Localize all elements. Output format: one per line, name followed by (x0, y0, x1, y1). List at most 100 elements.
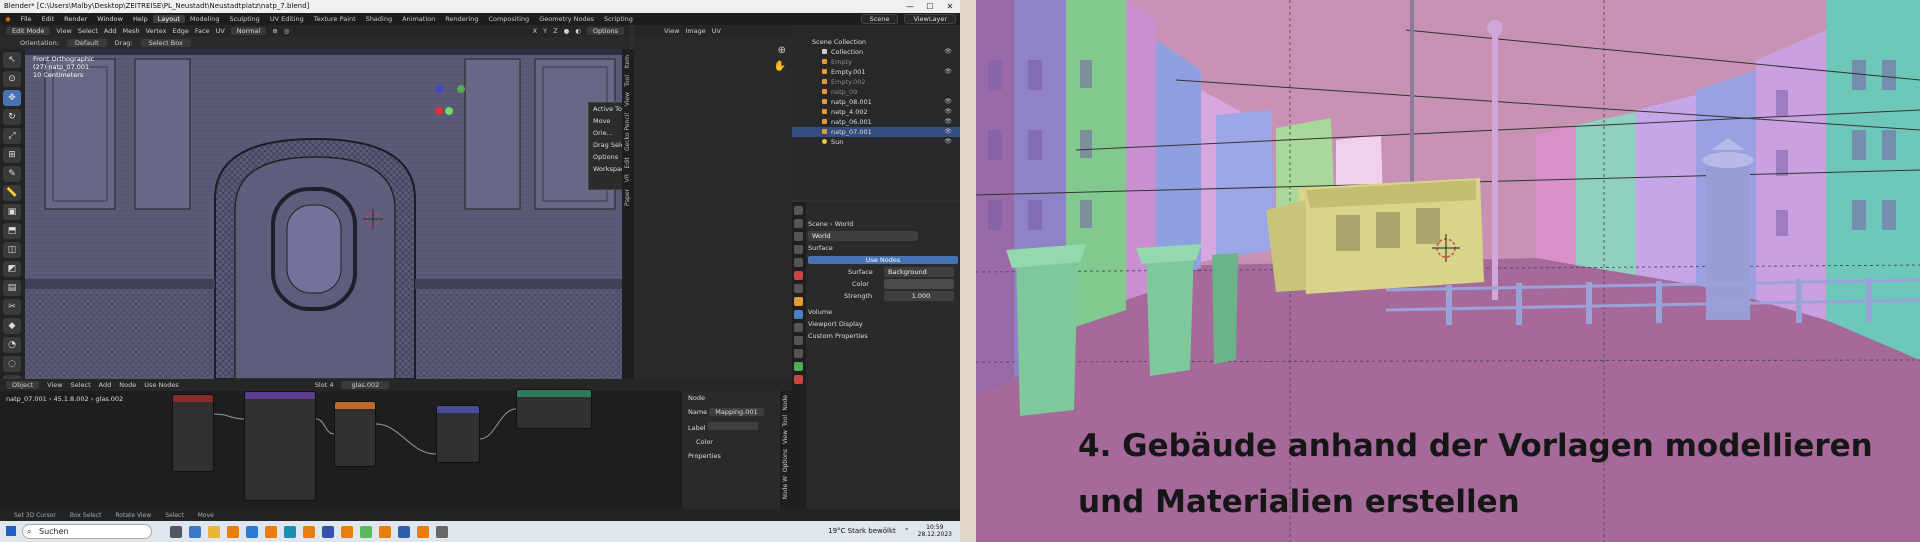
blender-taskbar-icon[interactable] (379, 525, 391, 538)
menu-add[interactable]: Add (104, 27, 117, 35)
visibility-eye-icon[interactable]: 👁 (944, 47, 952, 57)
app-icon[interactable] (436, 525, 448, 538)
drag-dropdown[interactable]: Select Box (140, 39, 191, 47)
transform-tool-icon[interactable]: ⊞ (3, 147, 21, 163)
menu-file[interactable]: File (16, 15, 37, 23)
side-tab-view[interactable]: View (624, 92, 631, 106)
snap-icon[interactable]: ⊕ (272, 27, 277, 35)
volume-section[interactable]: Volume (808, 306, 958, 318)
visibility-eye-icon[interactable]: 👁 (944, 97, 952, 107)
app-icon[interactable] (322, 525, 334, 538)
bevel-tool-icon[interactable]: ◩ (3, 261, 21, 277)
blender-logo-icon[interactable]: ◉ (0, 15, 16, 23)
node-color-section[interactable]: Color (682, 435, 780, 449)
ie-menu-image[interactable]: Image (685, 27, 705, 35)
outliner-row-selected[interactable]: natp_07.001 👁 (792, 127, 960, 137)
color-field[interactable] (884, 279, 954, 289)
blender-taskbar-icon[interactable] (303, 525, 315, 538)
knife-tool-icon[interactable]: ✂ (3, 299, 21, 315)
menu-help[interactable]: Help (128, 15, 153, 23)
axis-y-toggle[interactable]: Y (543, 27, 547, 35)
scene-tab-icon[interactable] (794, 258, 803, 267)
options-dropdown[interactable]: Options (586, 27, 624, 35)
node-principled-bsdf[interactable] (516, 389, 592, 429)
outliner-row[interactable]: Collection 👁 (792, 47, 960, 57)
app-icon[interactable] (398, 525, 410, 538)
workspace-tab-uv-editing[interactable]: UV Editing (265, 15, 309, 23)
workspace-tab-rendering[interactable]: Rendering (440, 15, 483, 23)
use-nodes-button[interactable]: Use Nodes (808, 256, 958, 264)
workspace-tab-shading[interactable]: Shading (361, 15, 397, 23)
world-name-field[interactable]: World (808, 231, 918, 241)
visibility-eye-icon[interactable]: 👁 (944, 107, 952, 117)
ie-menu-view[interactable]: View (664, 27, 679, 35)
workspace-tab-compositing[interactable]: Compositing (483, 15, 534, 23)
shading-solid-icon[interactable]: ● (564, 27, 570, 35)
node-bump[interactable] (436, 405, 480, 463)
mode-dropdown[interactable]: Edit Mode (6, 27, 51, 35)
menu-view[interactable]: View (56, 27, 71, 35)
world-tab-icon[interactable] (794, 271, 803, 280)
particles-tab-icon[interactable] (794, 323, 803, 332)
menu-face[interactable]: Face (195, 27, 210, 35)
node-noise-texture[interactable] (334, 401, 376, 467)
blender-taskbar-icon[interactable] (265, 525, 277, 538)
file-explorer-icon[interactable] (208, 525, 220, 538)
node-label-field[interactable] (707, 422, 758, 430)
taskbar-clock[interactable]: 10:59 28.12.2023 (918, 524, 952, 538)
workspace-tab-geometry-nodes[interactable]: Geometry Nodes (534, 15, 599, 23)
tray-chevron-icon[interactable]: ⌃ (904, 527, 910, 535)
workspace-tab-sculpting[interactable]: Sculpting (224, 15, 264, 23)
ne-tab-options[interactable]: Options (782, 449, 789, 472)
side-tab-vr[interactable]: VR (624, 174, 631, 182)
side-tab-item[interactable]: Item (624, 55, 631, 69)
ne-tab-node[interactable]: Node (782, 395, 789, 411)
axis-x-toggle[interactable]: X (533, 27, 537, 35)
viewport-display-section[interactable]: Viewport Display (808, 318, 958, 330)
rotate-tool-icon[interactable]: ↻ (3, 109, 21, 125)
axis-z-toggle[interactable]: Z (553, 27, 557, 35)
scene-selector[interactable]: Scene (860, 14, 899, 24)
move-tool-icon[interactable]: ✥ (3, 90, 21, 106)
task-view-icon[interactable] (170, 525, 182, 538)
outliner-row[interactable]: Empty.001 👁 (792, 67, 960, 77)
outliner-row[interactable]: Empty.002 (792, 77, 960, 87)
blender-taskbar-icon[interactable] (227, 525, 239, 538)
edge-browser-icon[interactable] (284, 525, 296, 538)
shading-material-icon[interactable]: ◐ (575, 27, 581, 35)
loop-cut-tool-icon[interactable]: ▤ (3, 280, 21, 296)
store-icon[interactable] (246, 525, 258, 538)
workspace-tab-layout[interactable]: Layout (152, 15, 185, 23)
menu-edit[interactable]: Edit (37, 15, 60, 23)
outliner-row[interactable]: natp_06.001 👁 (792, 117, 960, 127)
node-name-field[interactable]: Mapping.001 (709, 408, 764, 416)
view-layer-selector[interactable]: ViewLayer (904, 14, 956, 24)
node-panel-header[interactable]: Node (682, 391, 780, 405)
windows-start-icon[interactable] (6, 526, 16, 536)
world-datablock[interactable]: World (808, 230, 958, 242)
side-tab-tool[interactable]: Tool (624, 75, 631, 87)
surface-section-header[interactable]: Surface (808, 242, 958, 254)
ie-menu-uv[interactable]: UV (712, 27, 721, 35)
outliner-row[interactable]: Empty (792, 57, 960, 67)
output-tab-icon[interactable] (794, 232, 803, 241)
orientation-dropdown[interactable]: Default (66, 39, 107, 47)
menu-render[interactable]: Render (59, 15, 92, 23)
image-editor[interactable]: View Image UV ⊕ ✋ (634, 25, 792, 379)
app-icon[interactable] (360, 525, 372, 538)
menu-uv[interactable]: UV (216, 27, 225, 35)
strength-field[interactable]: 1.000 (884, 291, 954, 301)
side-tab-gecko[interactable]: Gecko Pencil (624, 113, 631, 151)
scale-tool-icon[interactable]: ⤢ (3, 128, 21, 144)
maximize-button[interactable]: ☐ (920, 0, 940, 13)
shader-node-editor[interactable]: Object View Select Add Node Use Nodes Sl… (0, 379, 792, 509)
menu-mesh[interactable]: Mesh (122, 27, 139, 35)
visibility-eye-icon[interactable]: 👁 (944, 137, 952, 147)
material-tab-icon[interactable] (794, 375, 803, 384)
view-layer-tab-icon[interactable] (794, 245, 803, 254)
minimize-button[interactable]: — (900, 0, 920, 13)
measure-tool-icon[interactable]: 📏 (3, 185, 21, 201)
visibility-eye-icon[interactable]: 👁 (944, 67, 952, 77)
zoom-icon[interactable]: ⊕ (778, 45, 786, 56)
annotate-tool-icon[interactable]: ✎ (3, 166, 21, 182)
